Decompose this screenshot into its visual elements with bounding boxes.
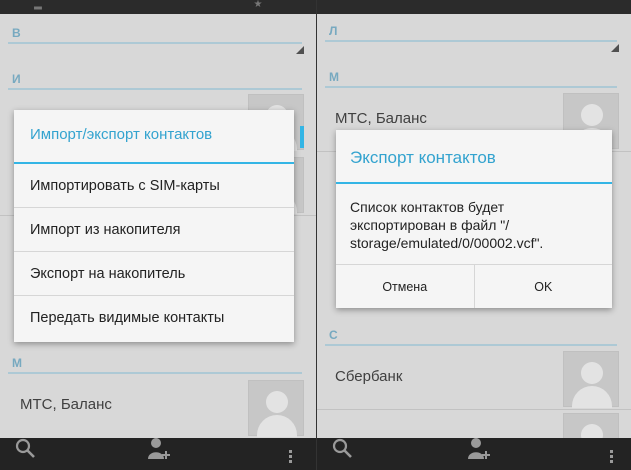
tab-bar: ▂ ★: [0, 0, 316, 14]
message-line: storage/emulated/0/00002.vcf".: [350, 235, 544, 251]
right-screen: Л М МТС, Баланс С Сбербанк Экспорт конта…: [316, 0, 631, 470]
search-icon[interactable]: [331, 437, 353, 464]
import-storage-option[interactable]: Импорт из накопителя: [14, 208, 294, 252]
message-line: экспортирован в файл "/: [350, 217, 510, 233]
dialog-message: Список контактов будет экспортирован в ф…: [336, 184, 612, 264]
dialog-title: Импорт/экспорт контактов: [14, 110, 294, 164]
favorites-tab-icon[interactable]: ★: [250, 0, 266, 10]
share-visible-option[interactable]: Передать видимые контакты: [14, 296, 294, 340]
add-contact-icon[interactable]: [467, 437, 491, 464]
overflow-menu-icon[interactable]: [289, 450, 293, 465]
export-storage-option[interactable]: Экспорт на накопитель: [14, 252, 294, 296]
import-export-dialog: Импорт/экспорт контактов Импортировать с…: [14, 110, 294, 342]
ok-button[interactable]: OK: [473, 265, 613, 308]
import-sim-option[interactable]: Импортировать с SIM-карты: [14, 164, 294, 208]
phone-tab-icon[interactable]: ▂: [30, 0, 46, 10]
search-icon[interactable]: [14, 437, 36, 464]
cancel-button[interactable]: Отмена: [336, 265, 474, 308]
bottom-action-bar: [0, 438, 316, 470]
add-contact-icon[interactable]: [147, 437, 171, 464]
dialog-buttons: Отмена OK: [336, 264, 612, 308]
overflow-menu-icon[interactable]: [610, 450, 614, 465]
bottom-action-bar: [317, 438, 631, 470]
left-screen: ▂ ★ В И М МТС, Баланс Импорт/экспорт кон…: [0, 0, 316, 470]
dialog-title: Экспорт контактов: [336, 130, 612, 184]
message-line: Список контактов будет: [350, 199, 505, 215]
tab-bar: [317, 0, 631, 14]
export-contacts-dialog: Экспорт контактов Список контактов будет…: [336, 130, 612, 308]
fast-scroll-thumb[interactable]: [300, 126, 304, 148]
